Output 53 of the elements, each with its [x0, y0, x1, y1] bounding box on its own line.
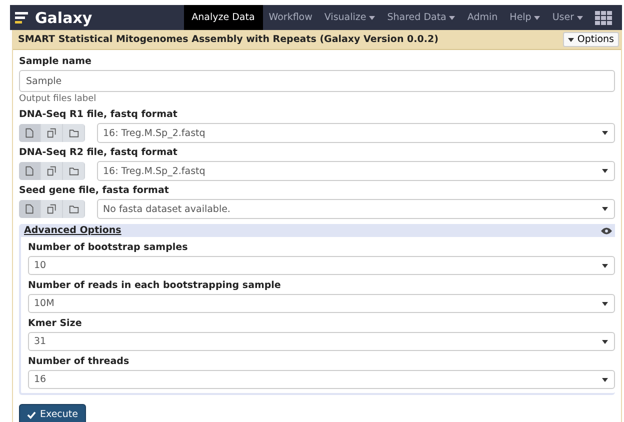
nav-tab[interactable]: Shared Data [381, 5, 462, 30]
copies-icon [46, 166, 56, 176]
tool-title: SMART Statistical Mitogenomes Assembly with Repeats (Galaxy Version 0.0.2) [18, 34, 438, 45]
single-file-button[interactable] [19, 124, 41, 142]
caret-icon [602, 131, 608, 135]
text-field[interactable]: Sample [19, 70, 615, 92]
single-file-button[interactable] [19, 200, 41, 218]
caret-icon [602, 378, 608, 382]
field-label: Number of threads [28, 356, 130, 367]
logo-icon [15, 10, 29, 24]
field-label: DNA-Seq R2 file, fastq format [19, 147, 178, 158]
file-icon [25, 204, 34, 214]
select-field[interactable]: 10M [28, 294, 615, 313]
nav-tab[interactable]: Admin [461, 5, 504, 30]
select-field[interactable]: 16 [28, 370, 615, 389]
field-label: Sample name [19, 56, 92, 67]
folder-icon [68, 204, 78, 214]
options-button[interactable]: Options [563, 32, 619, 47]
nav-tab[interactable]: User [546, 5, 589, 30]
copies-icon [46, 128, 56, 138]
nav-tab[interactable]: Analyze Data [184, 5, 263, 30]
single-file-button[interactable] [19, 162, 41, 180]
section-header[interactable]: Advanced Options [21, 224, 615, 237]
caret-icon [602, 207, 608, 211]
nav-tab[interactable]: Workflow [262, 5, 318, 30]
file-icon [25, 166, 34, 176]
field-label: Number of bootstrap samples [28, 242, 189, 253]
nav-tab[interactable]: Visualize [318, 5, 382, 30]
eye-icon [601, 226, 612, 234]
select-field[interactable]: 31 [28, 332, 615, 351]
execute-button[interactable]: Execute [19, 404, 86, 422]
apps-grid-icon[interactable] [595, 10, 612, 24]
copies-icon [46, 204, 56, 214]
field-label: Number of reads in each bootstrapping sample [28, 280, 282, 291]
caret-icon [568, 38, 574, 42]
brand-name[interactable]: Galaxy [35, 8, 92, 26]
check-icon [27, 410, 36, 418]
nav-tab[interactable]: Help [504, 5, 546, 30]
field-label: Kmer Size [28, 318, 83, 329]
caret-icon [602, 169, 608, 173]
dataset-select[interactable]: 16: Treg.M.Sp_2.fastq [97, 123, 615, 143]
file-icon [25, 128, 34, 138]
field-label: Seed gene file, fasta format [19, 185, 170, 196]
folder-icon [68, 128, 78, 138]
caret-icon [602, 302, 608, 306]
help-text: Output files label [19, 94, 98, 105]
folder-icon [68, 166, 78, 176]
dataset-select[interactable]: 16: Treg.M.Sp_2.fastq [97, 161, 615, 181]
dataset-select[interactable]: No fasta dataset available. [97, 199, 615, 219]
select-field[interactable]: 10 [28, 256, 615, 275]
field-label: DNA-Seq R1 file, fastq format [19, 109, 178, 120]
caret-icon [602, 340, 608, 344]
caret-icon [602, 264, 608, 268]
